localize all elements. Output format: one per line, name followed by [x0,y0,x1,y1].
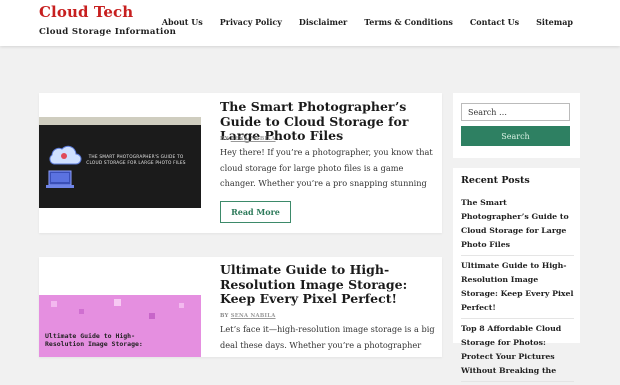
search-button[interactable]: Search [461,126,570,146]
post-meta: BY SENA NABILA [220,313,276,319]
post-title[interactable]: Ultimate Guide to High-Resolution Image … [220,262,438,307]
post-card: Ultimate Guide to High-Resolution Image … [39,257,442,357]
nav-privacy-policy[interactable]: Privacy Policy [220,17,282,27]
search-widget: Search [453,93,580,158]
site-header: Cloud Tech Cloud Storage Information Abo… [0,0,620,46]
post-excerpt: Let’s face it—high-resolution image stor… [220,324,435,350]
post-meta: BY SENA NABILA [220,136,276,142]
cloud-upload-icon [46,145,82,188]
post-thumbnail[interactable]: Ultimate Guide to High-Resolution Image … [39,295,201,357]
nav-about-us[interactable]: About Us [162,17,203,27]
thumbnail-strip [39,117,201,125]
pixel-pattern-decoration [39,295,201,325]
site-tagline: Cloud Storage Information [39,27,177,37]
post-card: THE SMART PHOTOGRAPHER'S GUIDE TO CLOUD … [39,93,442,233]
post-thumbnail[interactable]: THE SMART PHOTOGRAPHER'S GUIDE TO CLOUD … [39,117,201,208]
main-nav: About Us Privacy Policy Disclaimer Terms… [162,17,573,27]
recent-posts-list: The Smart Photographer’s Guide to Cloud … [461,196,574,385]
nav-disclaimer[interactable]: Disclaimer [299,17,347,27]
post-author-link[interactable]: SENA NABILA [231,136,276,142]
site-title[interactable]: Cloud Tech [39,3,133,21]
post-author-link[interactable]: SENA NABILA [231,313,276,319]
recent-post-link[interactable]: Top 8 Affordable Cloud Storage for Photo… [461,322,574,382]
recent-posts-title: Recent Posts [461,175,530,186]
recent-posts-widget: Recent Posts The Smart Photographer’s Gu… [453,168,580,382]
recent-post-link[interactable]: Ultimate Guide to High-Resolution Image … [461,259,574,319]
post-excerpt: Hey there! If you’re a photographer, you… [220,147,433,188]
nav-terms-conditions[interactable]: Terms & Conditions [364,17,453,27]
read-more-button[interactable]: Read More [220,201,291,223]
thumbnail-caption: THE SMART PHOTOGRAPHER'S GUIDE TO CLOUD … [86,155,186,166]
post-by-label: BY [220,136,229,142]
post-by-label: BY [220,313,229,319]
recent-post-link[interactable]: The Smart Photographer’s Guide to Cloud … [461,196,574,256]
thumbnail-caption: Ultimate Guide to High-Resolution Image … [45,332,143,348]
nav-contact-us[interactable]: Contact Us [470,17,519,27]
search-input[interactable] [461,103,570,121]
nav-sitemap[interactable]: Sitemap [536,17,573,27]
